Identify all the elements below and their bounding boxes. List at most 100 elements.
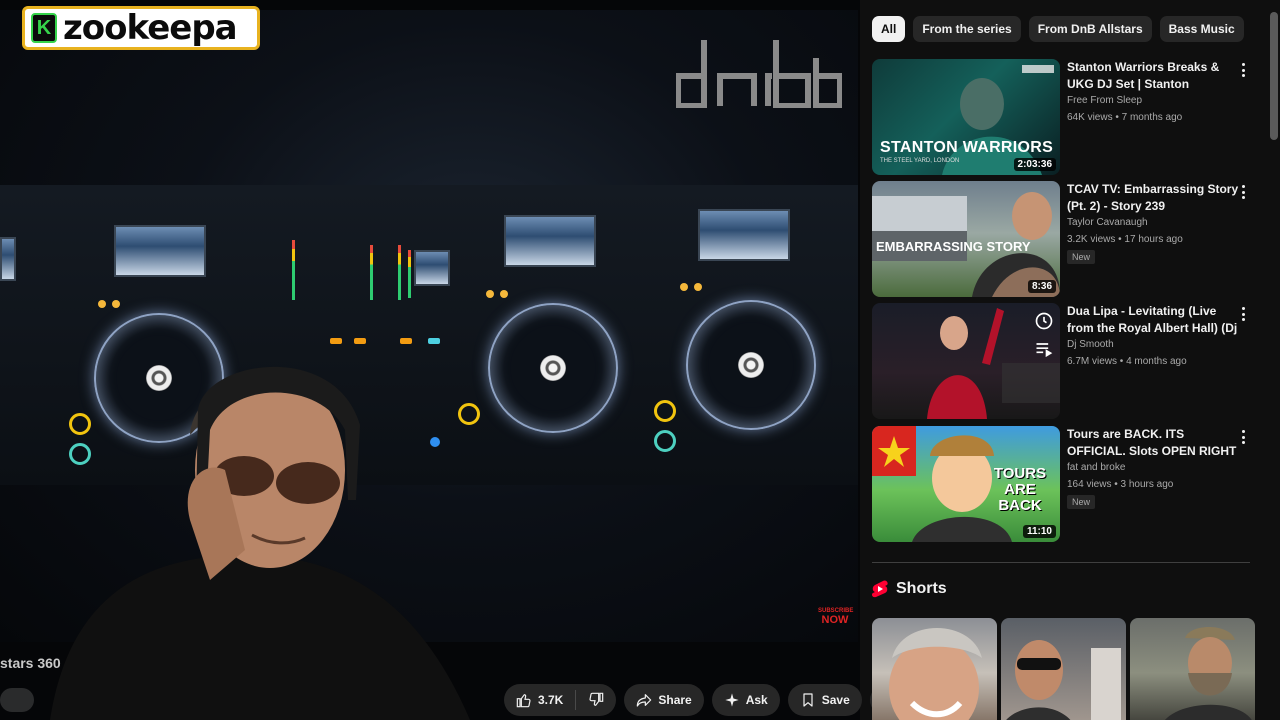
jog-wheel (488, 303, 618, 433)
more-options-icon[interactable] (1239, 305, 1247, 323)
more-options-icon[interactable] (1239, 183, 1247, 201)
section-divider (872, 562, 1250, 563)
thumbnail-caption: EMBARRASSING STORY (876, 239, 1031, 254)
dnb-allstars-logo (676, 40, 842, 108)
save-button[interactable]: Save (787, 684, 862, 716)
cdj-screen (0, 237, 16, 281)
video-actions: 3.7K Share Ask Save (504, 684, 902, 716)
save-label: Save (821, 693, 850, 707)
shorts-icon (872, 580, 888, 598)
led (112, 300, 120, 308)
recommendation-item[interactable]: EMBARRASSING STORY 8:36 TCAV TV: Embarra… (872, 181, 1252, 297)
share-button[interactable]: Share (624, 684, 704, 716)
short-thumbnail[interactable] (1001, 618, 1126, 720)
video-thumbnail[interactable]: STANTON WARRIORS THE STEEL YARD, LONDON … (872, 59, 1060, 175)
thumbnail-subcaption: THE STEEL YARD, LONDON (880, 158, 960, 164)
video-title[interactable]: Tours are BACK. ITS OFFICIAL. Slots OPEN… (1067, 426, 1239, 460)
short-art (1006, 640, 1121, 720)
jog-wheel (686, 300, 816, 430)
button-ring (654, 430, 676, 452)
short-thumbnail[interactable] (1130, 618, 1255, 720)
thumbnail-art (927, 308, 1060, 419)
watch-later-icon[interactable] (1034, 311, 1054, 331)
recommendation-item[interactable]: Dua Lipa - Levitating (Live from the Roy… (872, 303, 1252, 419)
video-thumbnail[interactable]: EMBARRASSING STORY 8:36 (872, 181, 1060, 297)
like-count: 3.7K (538, 693, 564, 707)
led (500, 290, 508, 298)
share-label: Share (658, 693, 692, 707)
new-badge: New (1067, 495, 1096, 509)
thumbnail-caption: TOURS ARE BACK (993, 465, 1047, 514)
video-duration: 2:03:36 (1013, 158, 1056, 171)
level-meter (370, 245, 373, 300)
video-meta: Tours are BACK. ITS OFFICIAL. Slots OPEN… (1067, 426, 1239, 510)
video-duration: 8:36 (1027, 280, 1056, 293)
more-options-icon[interactable] (1239, 428, 1247, 446)
like-dislike-group: 3.7K (504, 684, 617, 716)
video-stats: 3.2K views • 17 hours ago (1067, 234, 1183, 245)
recommendation-item[interactable]: STANTON WARRIORS THE STEEL YARD, LONDON … (872, 59, 1252, 175)
shorts-header: Shorts (872, 580, 947, 598)
chip-from-the-series[interactable]: From the series (913, 16, 1021, 42)
recommendation-item[interactable]: TOURS ARE BACK 11:10 Tours are BACK. ITS… (872, 426, 1252, 542)
shorts-row (872, 618, 1255, 720)
video-title[interactable]: TCAV TV: Embarrassing Story (Pt. 2) - St… (1067, 181, 1239, 215)
add-to-queue-icon[interactable] (1034, 339, 1054, 359)
level-meter (292, 240, 295, 300)
video-stats: 164 views • 3 hours ago (1067, 479, 1174, 490)
video-duration: 11:10 (1022, 525, 1056, 538)
led (98, 300, 106, 308)
chip-from-dnb-allstars[interactable]: From DnB Allstars (1028, 16, 1152, 42)
cdj-screen (504, 215, 596, 267)
video-stats: 6.7M views • 4 months ago (1067, 356, 1187, 367)
chip-all[interactable]: All (872, 16, 906, 42)
cdj-screen (114, 225, 206, 277)
video-channel[interactable]: Taylor Cavanaugh (1067, 217, 1239, 228)
like-button[interactable]: 3.7K (504, 684, 575, 716)
video-stats: 64K views • 7 months ago (1067, 112, 1183, 123)
thumbs-up-icon (516, 694, 531, 708)
led (486, 290, 494, 298)
short-art (889, 628, 982, 720)
sidebar-scrollbar[interactable] (1270, 12, 1278, 140)
video-meta: TCAV TV: Embarrassing Story (Pt. 2) - St… (1067, 181, 1239, 265)
zookeepa-badge: K (31, 13, 57, 43)
ask-button[interactable]: Ask (711, 684, 780, 716)
bookmark-icon (803, 693, 813, 707)
video-area: SUBSCRIBE NOW K zookeepa stars 360 (0, 0, 860, 720)
dislike-button[interactable] (576, 684, 616, 716)
thumbnail-caption: STANTON WARRIORS (880, 139, 1054, 156)
related-sidebar: All From the series From DnB Allstars Ba… (872, 0, 1262, 720)
new-badge: New (1067, 250, 1096, 264)
short-thumbnail[interactable] (872, 618, 997, 720)
zookeepa-logo-text: zookeepa (63, 8, 238, 48)
button-ring (654, 400, 676, 422)
thumbs-down-icon (589, 692, 604, 706)
level-meter (398, 245, 401, 300)
video-thumbnail[interactable] (872, 303, 1060, 419)
streamer-webcam (50, 366, 470, 720)
sparkle-icon (725, 693, 739, 707)
video-channel[interactable]: Dj Smooth (1067, 339, 1239, 350)
video-title[interactable]: Stanton Warriors Breaks & UKG DJ Set | S… (1067, 59, 1239, 93)
video-meta: Dua Lipa - Levitating (Live from the Roy… (1067, 303, 1239, 367)
video-channel[interactable]: Free From Sleep (1067, 95, 1239, 106)
zookeepa-logo: K zookeepa (22, 6, 260, 50)
chip-bass-music[interactable]: Bass Music (1159, 16, 1244, 42)
level-meter (408, 250, 411, 298)
overlay-pill (0, 688, 34, 712)
video-channel[interactable]: fat and broke (1067, 462, 1239, 473)
ask-label: Ask (745, 693, 768, 707)
mixer-screen (414, 250, 450, 286)
short-art (1165, 626, 1252, 720)
cdj-screen (698, 209, 790, 261)
video-thumbnail[interactable]: TOURS ARE BACK 11:10 (872, 426, 1060, 542)
video-title[interactable]: Dua Lipa - Levitating (Live from the Roy… (1067, 303, 1239, 337)
subscribe-now-graphic: SUBSCRIBE NOW (818, 608, 854, 626)
led (694, 283, 702, 291)
share-icon (637, 694, 652, 707)
more-options-icon[interactable] (1239, 61, 1247, 79)
shorts-heading: Shorts (896, 580, 947, 597)
led (680, 283, 688, 291)
overlay-text: stars 360 (0, 655, 61, 671)
